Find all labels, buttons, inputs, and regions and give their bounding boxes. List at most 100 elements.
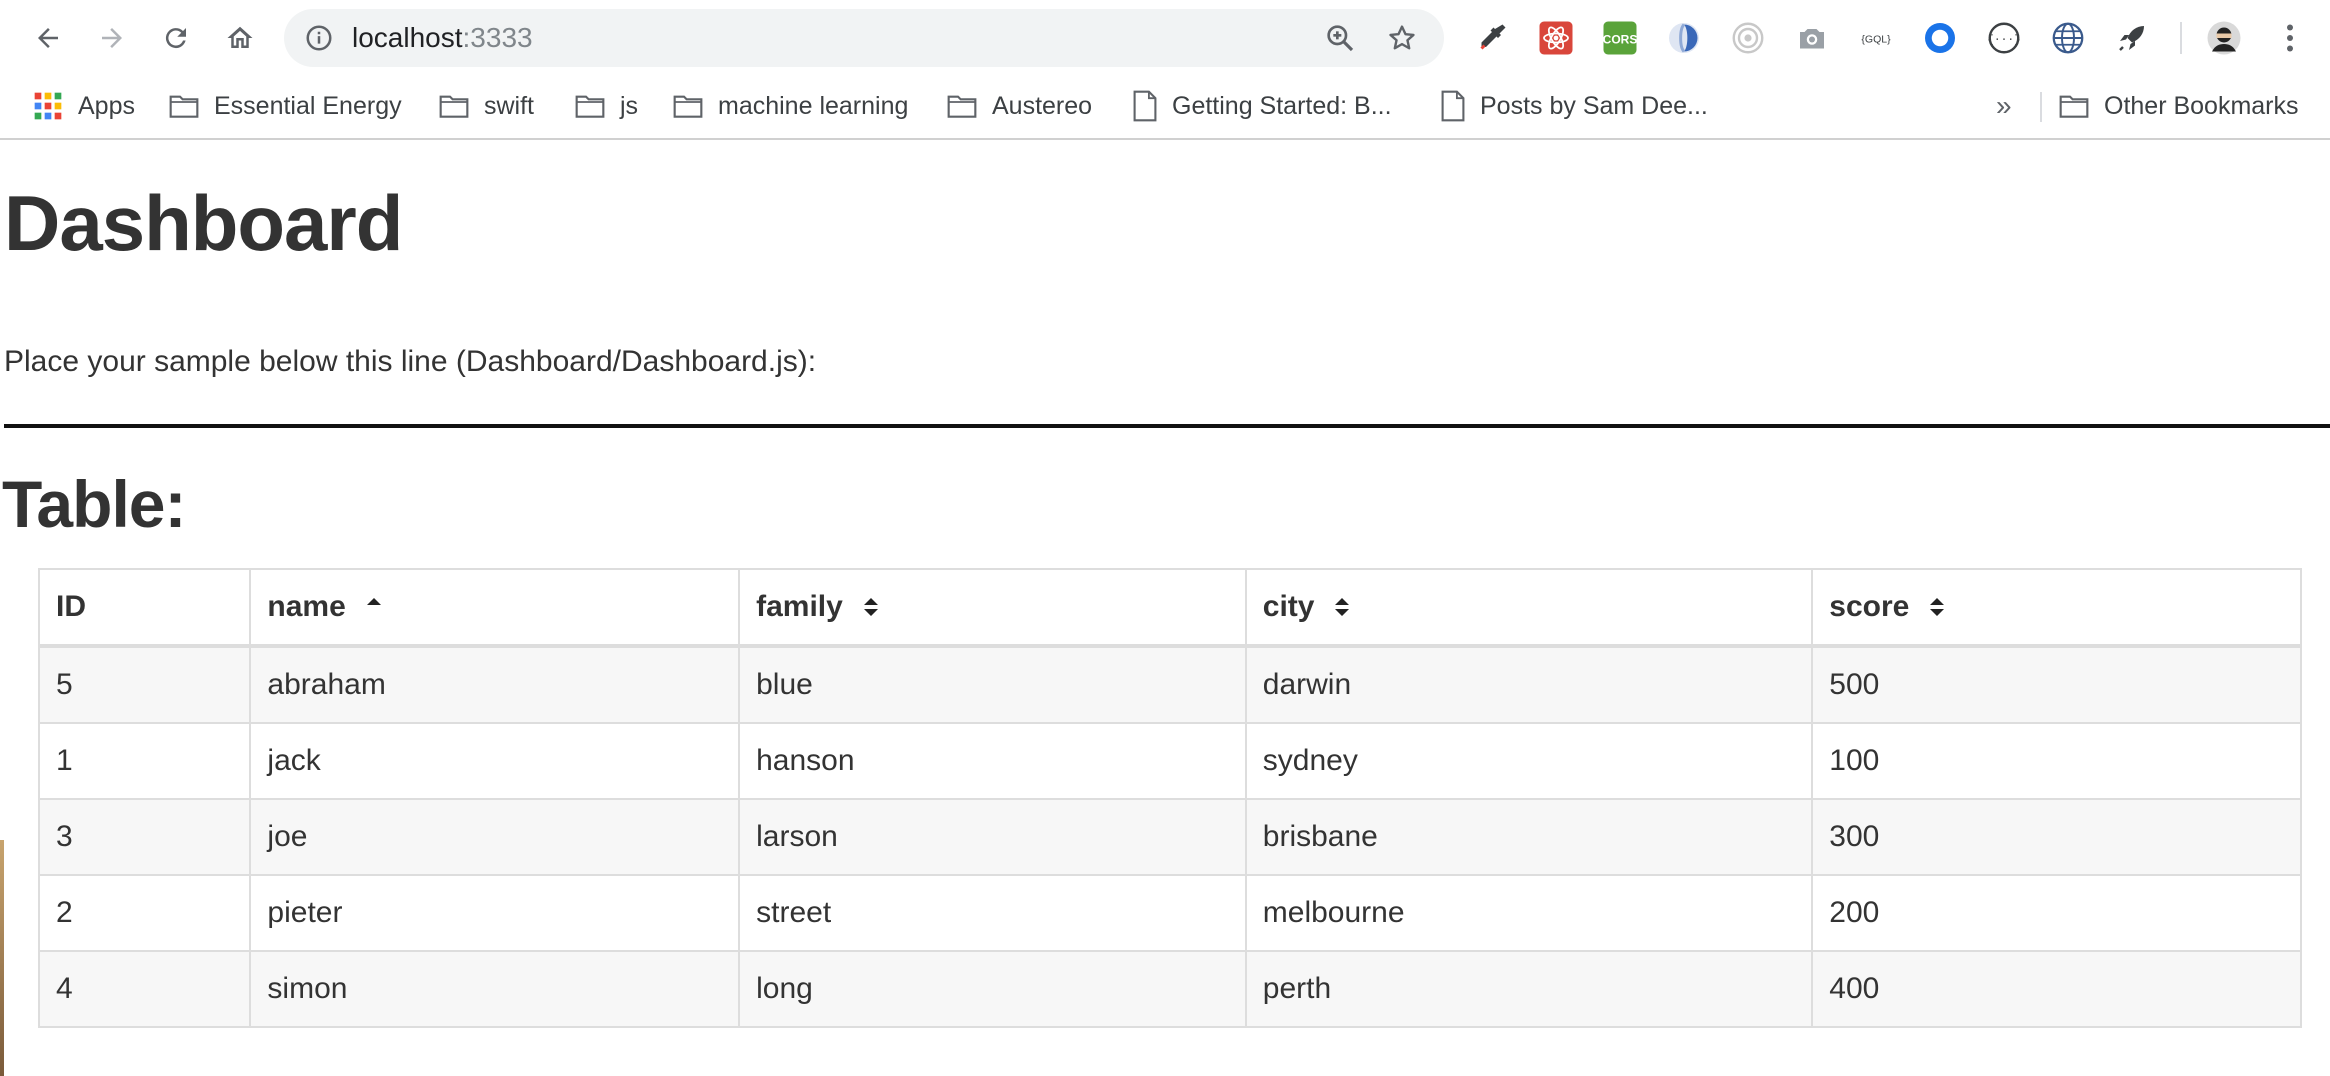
bookmark-getting-started[interactable]: Getting Started: B... [1132, 86, 1392, 126]
bookmark-label: swift [484, 91, 534, 120]
cell-name: joe [249, 798, 741, 876]
url-port: :3333 [462, 22, 533, 53]
page-icon [1133, 90, 1157, 122]
ext-cors[interactable]: CORS [1602, 20, 1638, 56]
bookmark-other-bookmarks[interactable]: Other Bookmarks [2058, 86, 2299, 126]
graphql-label: {GQL} [1861, 34, 1891, 46]
bookmark-label: machine learning [718, 91, 909, 120]
cell-family: street [738, 874, 1247, 952]
folder-icon [169, 95, 199, 118]
data-table: ID name family city score 5 abraham blue… [37, 568, 2302, 1028]
ext-json[interactable]: {···} [1986, 20, 2022, 56]
bookmarks-overflow-button[interactable]: » [1996, 86, 2012, 126]
graphql-icon: {GQL} [1861, 34, 1891, 46]
address-bar[interactable]: localhost:3333 [284, 9, 1444, 67]
bookmark-label: Essential Energy [214, 91, 402, 120]
site-info-icon[interactable] [304, 23, 334, 53]
table-row: 5 abraham blue darwin 500 [37, 645, 2302, 724]
globe-icon [2052, 22, 2084, 54]
table-header-row: ID name family city score [37, 568, 2302, 648]
url-host: localhost [352, 22, 463, 53]
svg-text:{···}: {···} [1987, 35, 2021, 47]
folder-icon [2059, 95, 2089, 118]
column-header-label: city [1262, 590, 1315, 623]
column-header-family[interactable]: family [738, 568, 1247, 648]
back-button[interactable] [28, 18, 68, 58]
folder-icon [575, 95, 605, 118]
window-edge-strip [0, 840, 4, 1076]
ext-eyedropper[interactable] [1474, 20, 1510, 56]
cell-family: hanson [738, 722, 1247, 800]
ext-camera[interactable] [1794, 20, 1830, 56]
toolbar-separator [2180, 22, 2182, 54]
browser-menu-button[interactable] [2272, 20, 2308, 56]
reload-button[interactable] [156, 18, 196, 58]
forward-button[interactable] [92, 18, 132, 58]
page-title: Dashboard [4, 179, 403, 267]
bookmark-label: Other Bookmarks [2104, 91, 2299, 120]
profile-avatar[interactable] [2206, 20, 2242, 56]
ext-swirl-icon [1669, 23, 1699, 53]
bookmark-swift[interactable]: swift [438, 86, 534, 126]
bookmarks-separator [2040, 92, 2042, 122]
bookmark-label: js [620, 91, 639, 120]
rocket-icon [2119, 26, 2144, 51]
bookmark-posts-by-sam[interactable]: Posts by Sam Dee... [1440, 86, 1708, 126]
table-row: 1 jack hanson sydney 100 [37, 722, 2302, 800]
cell-score: 200 [1811, 874, 2302, 952]
bookmark-js[interactable]: js [574, 86, 638, 126]
forward-arrow-icon [102, 28, 122, 48]
ext-globe[interactable] [2050, 20, 2086, 56]
bookmark-essential-energy[interactable]: Essential Energy [168, 86, 402, 126]
bookmark-label: Getting Started: B... [1172, 91, 1392, 120]
cell-city: melbourne [1244, 874, 1814, 952]
reload-icon [165, 28, 186, 49]
cell-city: darwin [1244, 645, 1814, 724]
cell-id: 3 [37, 798, 252, 876]
folder-icon [947, 95, 977, 118]
column-header-name[interactable]: name [249, 568, 741, 648]
column-header-score[interactable]: score [1811, 568, 2302, 648]
ext-ring-icon [1925, 23, 1955, 53]
sort-both-icon [863, 598, 878, 616]
home-button[interactable] [220, 18, 260, 58]
intro-text: Place your sample below this line (Dashb… [4, 345, 817, 378]
cell-id: 5 [37, 645, 252, 724]
zoom-icon[interactable] [1324, 22, 1356, 54]
bookmark-label: Austereo [992, 91, 1093, 120]
kebab-menu-icon [2287, 24, 2293, 52]
ext-target[interactable] [1730, 20, 1766, 56]
ext-graphql[interactable]: {GQL} [1858, 20, 1894, 56]
cell-id: 2 [37, 874, 252, 952]
cors-label: CORS [1603, 32, 1638, 46]
sort-ascending-icon [366, 598, 381, 605]
bookmark-machine-learning[interactable]: machine learning [672, 86, 908, 126]
folder-icon [439, 95, 469, 118]
table-row: 3 joe larson brisbane 300 [37, 798, 2302, 876]
ext-react-devtools[interactable] [1538, 20, 1574, 56]
column-header-id[interactable]: ID [37, 568, 252, 648]
bookmark-austereo[interactable]: Austereo [946, 86, 1092, 126]
page-content: Dashboard Place your sample below this l… [0, 140, 2330, 1076]
column-header-city[interactable]: city [1244, 568, 1814, 648]
table-row: 4 simon long perth 400 [37, 950, 2302, 1028]
ext-swirl[interactable] [1666, 20, 1702, 56]
url-text: localhost:3333 [352, 23, 533, 53]
cell-city: brisbane [1244, 798, 1814, 876]
avatar-icon [2207, 21, 2241, 55]
table-row: 2 pieter street melbourne 200 [37, 874, 2302, 952]
bookmark-apps[interactable]: Apps [32, 86, 135, 126]
cell-score: 300 [1811, 798, 2302, 876]
ext-rocket[interactable] [2114, 20, 2150, 56]
bookmark-star-icon[interactable] [1386, 22, 1418, 54]
cell-city: sydney [1244, 722, 1814, 800]
cell-family: long [738, 950, 1247, 1028]
cell-name: pieter [249, 874, 741, 952]
apps-grid-icon [34, 92, 62, 120]
react-devtools-icon [1539, 21, 1573, 55]
cell-id: 4 [37, 950, 252, 1028]
column-header-label: family [756, 590, 843, 623]
ext-target-icon [1732, 22, 1764, 54]
horizontal-rule [4, 424, 2330, 428]
ext-ring[interactable] [1922, 20, 1958, 56]
